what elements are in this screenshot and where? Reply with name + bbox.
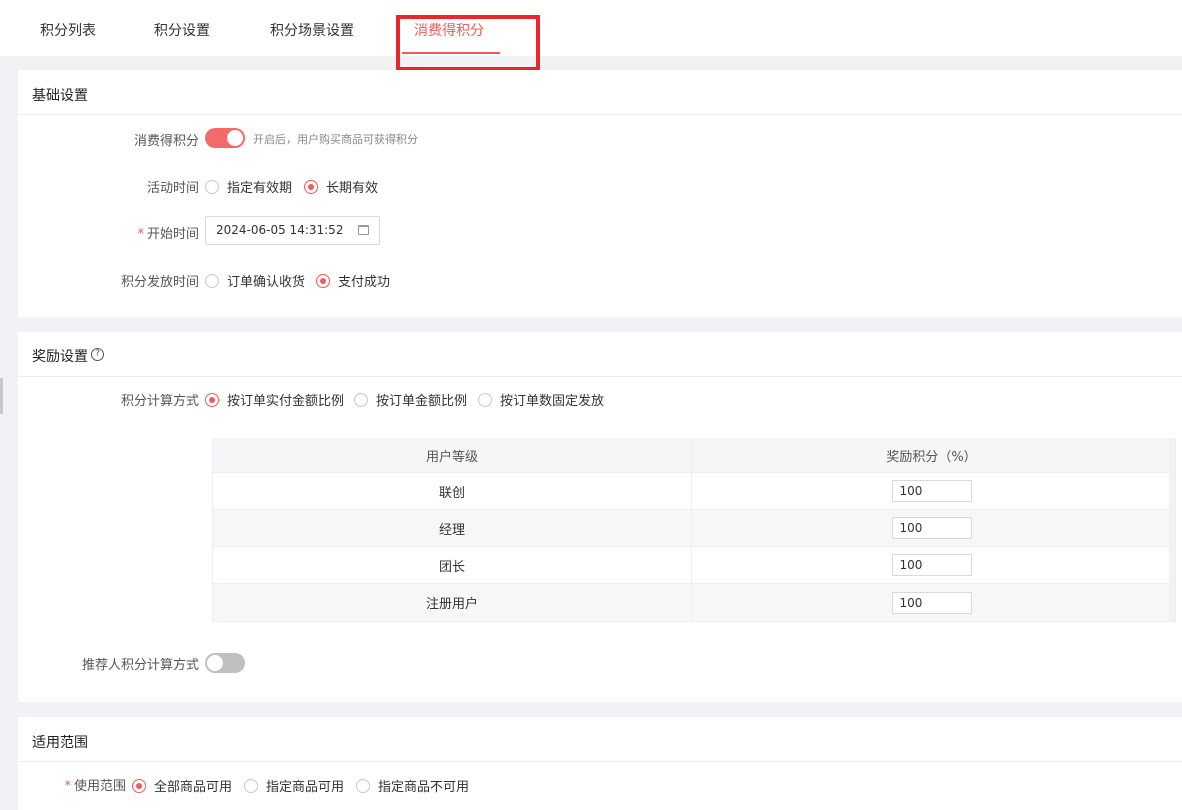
reward-settings-title: 奖励设置 — [32, 349, 88, 365]
reward-points-input[interactable]: 100 — [891, 554, 972, 576]
reward-points-cell: 100 — [692, 547, 1171, 583]
referrer-calc-toggle[interactable] — [205, 653, 245, 673]
consume-points-toggle[interactable] — [205, 128, 245, 148]
table-row: 团长 100 — [213, 547, 1171, 584]
table-row: 联创 100 — [213, 473, 1171, 510]
tab-bar: 积分列表 积分设置 积分场景设置 消费得积分 — [0, 0, 1182, 56]
radio-dot — [316, 273, 330, 288]
usage-scope-label-text: 使用范围 — [73, 779, 126, 794]
column-header-user-level: 用户等级 — [213, 438, 692, 472]
consume-points-label: 消费得积分 — [133, 134, 199, 149]
radio-label: 支付成功 — [338, 275, 391, 290]
radio-specified-period[interactable]: 指定有效期 — [205, 177, 292, 196]
tab-points-list[interactable]: 积分列表 — [40, 20, 96, 56]
basic-settings-card: 基础设置 消费得积分 开启后，用户购买商品可获得积分 活动时间 指定有效期 长期… — [18, 70, 1182, 317]
scope-card: 适用范围 * 使用范围 全部商品可用 指定商品可用 指定商品不可用 — [18, 717, 1182, 810]
radio-label: 按订单金额比例 — [376, 394, 468, 409]
radio-label: 指定有效期 — [227, 181, 293, 196]
radio-label: 按订单数固定发放 — [500, 394, 605, 409]
radio-dot — [478, 392, 492, 407]
radio-label: 全部商品可用 — [154, 780, 233, 795]
usage-scope-label: * 使用范围 — [64, 775, 126, 794]
table-scrollbar[interactable] — [1169, 438, 1175, 621]
radio-label: 指定商品不可用 — [378, 780, 470, 795]
reward-settings-header: 奖励设置 ? — [18, 332, 1182, 377]
radio-dot — [132, 778, 146, 793]
reward-points-cell: 100 — [692, 473, 1171, 509]
referrer-calc-label: 推荐人积分计算方式 — [81, 658, 199, 673]
radio-dot — [205, 179, 219, 194]
start-time-date-picker[interactable]: 2024-06-05 14:31:52 — [205, 216, 380, 245]
radio-label: 按订单实付金额比例 — [227, 394, 345, 409]
basic-settings-header: 基础设置 — [18, 70, 1182, 115]
radio-order-amount-ratio[interactable]: 按订单金额比例 — [354, 390, 467, 409]
tab-points-settings[interactable]: 积分设置 — [154, 20, 210, 56]
column-header-reward-points: 奖励积分（%） — [886, 449, 977, 465]
table-header-row: 用户等级 奖励积分（%） — [213, 438, 1171, 473]
reward-points-input[interactable]: 100 — [891, 517, 972, 539]
table-row: 经理 100 — [213, 510, 1171, 547]
radio-dot — [244, 778, 258, 793]
radio-dot — [205, 392, 219, 407]
radio-dot — [356, 778, 370, 793]
radio-label: 订单确认收货 — [227, 275, 306, 290]
help-icon[interactable]: ? — [91, 348, 104, 361]
start-time-value: 2024-06-05 14:31:52 — [216, 223, 344, 237]
table-row: 注册用户 100 — [213, 584, 1171, 621]
radio-fixed-per-order[interactable]: 按订单数固定发放 — [478, 390, 604, 409]
reward-points-input[interactable]: 100 — [891, 591, 972, 614]
required-mark: * — [137, 227, 144, 242]
radio-label: 指定商品可用 — [266, 780, 345, 795]
radio-all-products[interactable]: 全部商品可用 — [132, 776, 232, 795]
radio-label: 长期有效 — [326, 181, 379, 196]
user-level-cell: 注册用户 — [213, 584, 692, 621]
tab-consume-points[interactable]: 消费得积分 — [414, 20, 484, 56]
active-tab-indicator — [402, 52, 500, 54]
sidebar-collapse-handle[interactable] — [0, 378, 3, 414]
start-time-label: * 开始时间 — [137, 223, 199, 242]
radio-excluded-products[interactable]: 指定商品不可用 — [356, 776, 469, 795]
tab-points-scene-settings[interactable]: 积分场景设置 — [270, 20, 354, 56]
user-level-cell: 联创 — [213, 473, 692, 509]
scope-header: 适用范围 — [18, 717, 1182, 762]
calendar-icon — [358, 225, 369, 235]
activity-time-label: 活动时间 — [146, 181, 199, 196]
consume-points-hint: 开启后，用户购买商品可获得积分 — [253, 133, 418, 146]
basic-settings-title: 基础设置 — [32, 88, 88, 104]
user-level-cell: 团长 — [213, 547, 692, 583]
radio-dot — [354, 392, 368, 407]
radio-order-confirmed[interactable]: 订单确认收货 — [205, 271, 305, 290]
reward-settings-card: 奖励设置 ? 积分计算方式 按订单实付金额比例 按订单金额比例 按订单数固定发放… — [18, 332, 1182, 702]
toggle-knob — [207, 655, 223, 671]
toggle-knob — [227, 130, 243, 146]
radio-long-term[interactable]: 长期有效 — [304, 177, 378, 196]
calc-method-label: 积分计算方式 — [120, 394, 199, 409]
radio-dot — [205, 273, 219, 288]
start-time-label-text: 开始时间 — [146, 227, 199, 242]
radio-paid-amount-ratio[interactable]: 按订单实付金额比例 — [205, 390, 344, 409]
radio-specified-products[interactable]: 指定商品可用 — [244, 776, 344, 795]
radio-payment-success[interactable]: 支付成功 — [316, 271, 390, 290]
reward-points-table: 用户等级 奖励积分（%） 联创 100 经理 100 团长 100 注册用户 1… — [212, 438, 1176, 622]
reward-points-cell: 100 — [692, 584, 1171, 621]
radio-dot — [304, 179, 318, 194]
issue-time-label: 积分发放时间 — [120, 275, 199, 290]
required-mark: * — [64, 779, 71, 794]
user-level-cell: 经理 — [213, 510, 692, 546]
reward-points-input[interactable]: 100 — [891, 480, 972, 502]
reward-points-cell: 100 — [692, 510, 1171, 546]
scope-title: 适用范围 — [32, 735, 88, 751]
